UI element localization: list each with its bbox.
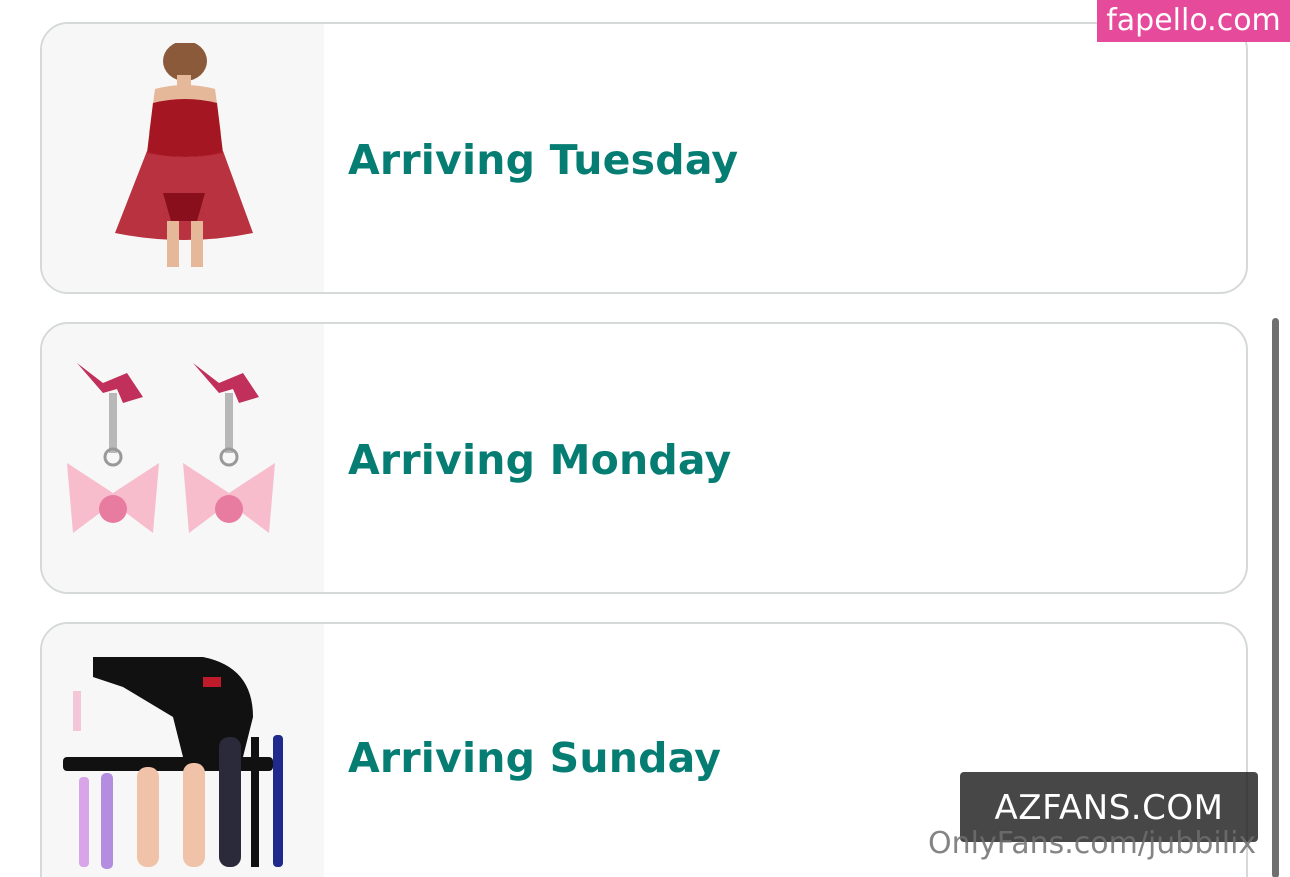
watermark-credit: OnlyFans.com/jubbilix: [928, 826, 1257, 861]
order-card[interactable]: Arriving Tuesday: [40, 22, 1248, 294]
scrollbar[interactable]: [1272, 318, 1280, 877]
delivery-status[interactable]: Arriving Tuesday: [348, 136, 738, 184]
delivery-status[interactable]: Arriving Sunday: [348, 734, 721, 782]
bow-clamps-image: [67, 363, 275, 533]
watermark-top-right: fapello.com: [1097, 0, 1290, 42]
scrollbar-thumb[interactable]: [1272, 318, 1279, 877]
order-list-page: Arriving Tuesday Arriving Monday Arrivin…: [0, 0, 1290, 877]
product-thumbnail[interactable]: [42, 24, 324, 292]
machine-image: [63, 657, 283, 869]
product-thumbnail[interactable]: [42, 324, 324, 592]
order-card[interactable]: Arriving Monday: [40, 322, 1248, 594]
product-thumbnail[interactable]: [42, 624, 324, 877]
lingerie-image: [115, 43, 253, 267]
delivery-status[interactable]: Arriving Monday: [348, 436, 731, 484]
